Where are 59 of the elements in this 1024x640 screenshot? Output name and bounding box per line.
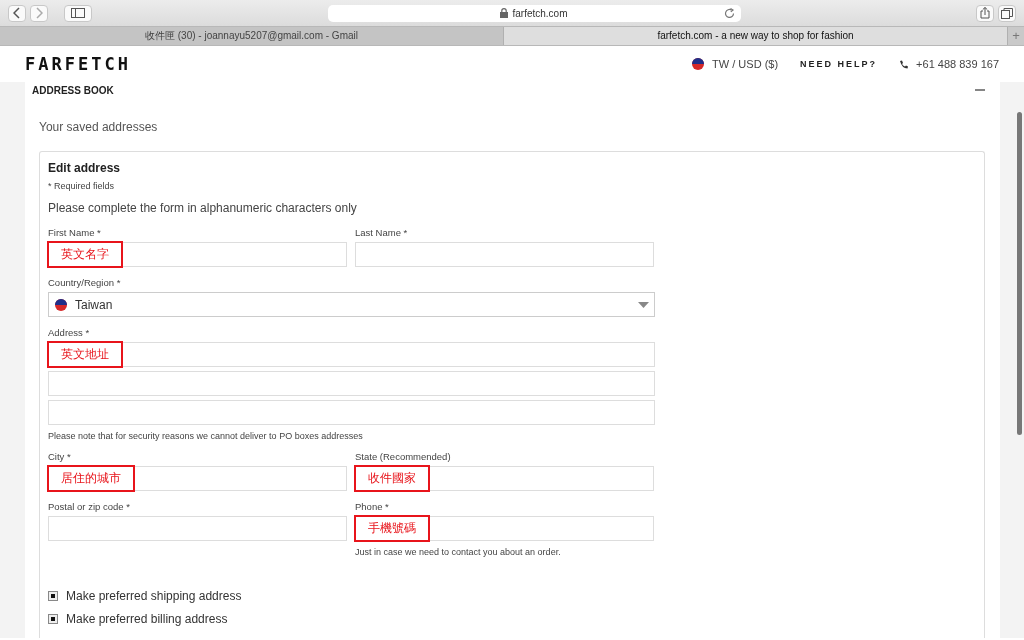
forward-icon [35, 7, 43, 19]
browser-tab[interactable]: farfetch.com - a new way to shop for fashion [504, 27, 1008, 45]
section-subtitle: Your saved addresses [39, 120, 159, 134]
field-label: Phone * [355, 501, 390, 512]
help-link[interactable]: NEED HELP? [800, 59, 878, 69]
field-label: Address * [48, 327, 91, 338]
phone-number: +61 488 839 167 [899, 58, 999, 70]
sidebar-icon [71, 8, 85, 18]
country-select[interactable]: Taiwan [48, 292, 655, 317]
taiwan-flag-icon [55, 298, 67, 311]
tabs-icon [1001, 7, 1013, 19]
field-note: Please note that for security reasons we cannot deliver to PO boxes addresses [48, 431, 364, 441]
tabs-button[interactable] [998, 4, 1016, 22]
annotation-label: 居住的城市 [47, 465, 135, 492]
sidebar-button[interactable] [64, 4, 92, 22]
text-field[interactable] [48, 371, 655, 396]
text-field[interactable]: 英文名字 [48, 242, 347, 267]
lock-icon [500, 8, 509, 18]
field-label: Country/Region * [48, 277, 122, 288]
section-title: ADDRESS BOOK [32, 84, 114, 96]
back-button[interactable] [8, 4, 26, 22]
text-field[interactable] [355, 242, 654, 267]
text-field[interactable]: 收件國家 [355, 466, 654, 491]
reload-icon[interactable] [723, 7, 735, 19]
locale-selector[interactable]: TW / USD ($) [692, 58, 779, 70]
share-button[interactable] [976, 4, 994, 22]
text-field[interactable] [48, 516, 347, 541]
text-field[interactable]: 英文地址 [48, 342, 655, 367]
select-value: Taiwan [75, 297, 113, 312]
address-bar[interactable]: farfetch.com [327, 4, 741, 22]
field-label: City * [48, 451, 72, 462]
checkbox[interactable] [48, 591, 58, 601]
field-label: Last Name * [355, 227, 409, 238]
site-logo[interactable]: FARFETCH [25, 54, 131, 74]
annotation-label: 英文地址 [47, 341, 123, 368]
checkbox-label: Make preferred shipping address [66, 589, 242, 603]
annotation-label: 手機號碼 [354, 515, 430, 542]
checkbox-label: Make preferred billing address [66, 612, 228, 626]
text-field[interactable] [48, 400, 655, 425]
url-text: farfetch.com [512, 7, 568, 19]
form-instruction: Please complete the form in alphanumeric characters only [48, 201, 358, 215]
field-note: Just in case we need to contact you about an order. [355, 547, 562, 557]
scrollbar-thumb[interactable] [1017, 112, 1022, 435]
annotation-label: 收件國家 [354, 465, 430, 492]
text-field[interactable]: 居住的城市 [48, 466, 347, 491]
checkbox[interactable] [48, 614, 58, 624]
text-field[interactable]: 手機號碼 [355, 516, 654, 541]
field-label: State (Recommended) [355, 451, 452, 462]
field-label: Postal or zip code * [48, 501, 131, 512]
annotation-label: 英文名字 [47, 241, 123, 268]
field-label: First Name * [48, 227, 102, 238]
back-icon [13, 7, 21, 19]
browser-tab[interactable]: 收件匣 (30) - joannayu5207@gmail.com - Gmail [0, 27, 504, 45]
required-note: * Required fields [48, 181, 116, 191]
dropdown-caret-icon [638, 302, 649, 308]
form-title: Edit address [48, 161, 122, 175]
share-icon [980, 7, 990, 19]
taiwan-flag-icon [692, 58, 705, 70]
phone-icon [899, 59, 909, 69]
